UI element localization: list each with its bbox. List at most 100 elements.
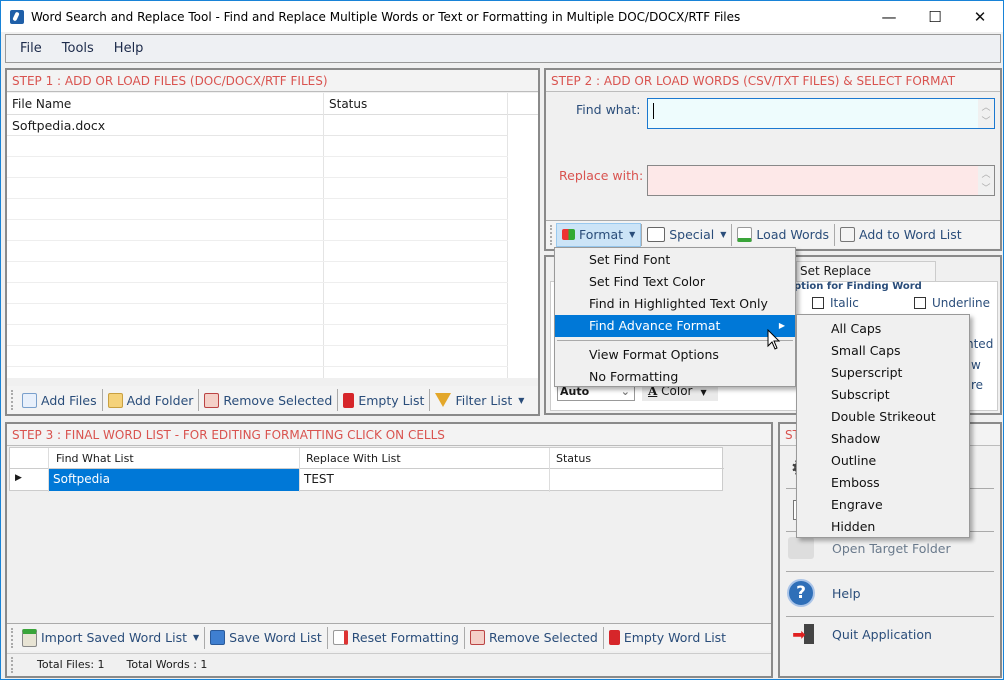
menu-item-find-advance-format[interactable]: Find Advance Format ▶ <box>555 315 795 337</box>
file-row[interactable]: Softpedia.docx <box>7 115 508 136</box>
submenu-item-emboss[interactable]: Emboss <box>797 472 969 494</box>
col-replace-with-list[interactable]: Replace With List <box>306 452 401 465</box>
step3-title: STEP 3 : FINAL WORD LIST - FOR EDITING F… <box>7 424 771 446</box>
remove-grid-icon <box>204 392 220 408</box>
submenu-item-hidden[interactable]: Hidden <box>797 516 969 538</box>
add-files-button[interactable]: Add Files <box>17 388 102 412</box>
remove-selected-button[interactable]: Remove Selected <box>199 388 337 412</box>
reset-formatting-button[interactable]: Reset Formatting <box>328 626 464 650</box>
add-list-icon <box>840 227 856 242</box>
format-menu: Set Find Font Set Find Text Color Find i… <box>554 247 796 387</box>
close-button[interactable]: ✕ <box>957 1 1003 32</box>
word-row[interactable]: ▶ Softpedia TEST <box>10 469 724 491</box>
empty-row <box>7 325 508 346</box>
empty-row <box>7 220 508 241</box>
step1-title: STEP 1 : ADD OR LOAD FILES (DOC/DOCX/RTF… <box>7 70 538 92</box>
special-button[interactable]: Special ▼ <box>642 223 731 247</box>
replace-with-label: Replace with: <box>559 168 644 183</box>
italic-label: Italic <box>830 296 859 310</box>
empty-row <box>7 304 508 325</box>
row-pointer-icon: ▶ <box>15 473 22 483</box>
import-icon <box>22 628 37 647</box>
empty-row <box>7 199 508 220</box>
filter-list-button[interactable]: Filter List ▼ <box>430 388 529 412</box>
menu-tools[interactable]: Tools <box>62 41 94 56</box>
format-icon <box>562 229 575 240</box>
text-cursor <box>653 103 654 119</box>
empty-list-button[interactable]: Empty List <box>338 388 429 412</box>
load-words-button[interactable]: Load Words <box>732 223 834 247</box>
replace-with-input[interactable]: ︿ ﹀ <box>647 165 995 196</box>
help-button[interactable]: ? Help <box>786 573 994 613</box>
menu-item-no-formatting[interactable]: No Formatting <box>555 366 795 388</box>
empty-row <box>7 346 508 367</box>
format-button[interactable]: Format ▼ <box>556 222 642 247</box>
col-status[interactable]: Status <box>556 452 591 465</box>
submenu-item-small-caps[interactable]: Small Caps <box>797 340 969 362</box>
chevron-down-icon: ▼ <box>518 395 525 405</box>
remove-selected-words-button[interactable]: Remove Selected <box>465 626 603 650</box>
chevron-down-icon: ▼ <box>720 230 727 239</box>
menu-item-set-find-text-color[interactable]: Set Find Text Color <box>555 271 795 293</box>
empty-row <box>7 157 508 178</box>
find-what-input[interactable]: ︿ ﹀ <box>647 98 995 129</box>
step1-toolbar: Add Files Add Folder Remove Selected Emp… <box>7 386 538 414</box>
exit-door-icon: ➡ <box>786 619 816 649</box>
save-word-list-button[interactable]: Save Word List <box>205 626 327 650</box>
title-bar: Word Search and Replace Tool - Find and … <box>1 1 1003 32</box>
submenu-item-superscript[interactable]: Superscript <box>797 362 969 384</box>
submenu-item-engrave[interactable]: Engrave <box>797 494 969 516</box>
trash-icon <box>608 630 620 645</box>
empty-row <box>7 241 508 262</box>
col-status[interactable]: Status <box>329 97 367 111</box>
step3-toolbar: Import Saved Word List ▼ Save Word List R… <box>7 623 771 651</box>
menu-file[interactable]: File <box>20 41 42 56</box>
submenu-item-double-strikeout[interactable]: Double Strikeout <box>797 406 969 428</box>
underline-checkbox[interactable] <box>914 297 926 309</box>
tab-set-replace-formatting[interactable]: Set Replace Formatting <box>796 261 936 297</box>
add-folder-button[interactable]: Add Folder <box>103 388 199 412</box>
empty-row <box>7 178 508 199</box>
special-icon <box>647 227 666 242</box>
submenu-item-shadow[interactable]: Shadow <box>797 428 969 450</box>
chevron-down-icon: ▼ <box>193 633 200 642</box>
empty-word-list-button[interactable]: Empty Word List <box>604 626 731 650</box>
menu-help[interactable]: Help <box>114 41 144 56</box>
menu-item-view-format-options[interactable]: View Format Options <box>555 344 795 366</box>
file-name-cell[interactable]: Softpedia.docx <box>12 118 105 133</box>
maximize-button[interactable]: ☐ <box>912 1 958 32</box>
menu-item-set-find-font[interactable]: Set Find Font <box>555 249 795 271</box>
import-saved-word-list-button[interactable]: Import Saved Word List ▼ <box>17 626 204 650</box>
find-scrollbar[interactable]: ︿ ﹀ <box>978 99 994 128</box>
option-partial: re <box>971 378 984 392</box>
col-file-name[interactable]: File Name <box>12 97 71 111</box>
step1-panel: STEP 1 : ADD OR LOAD FILES (DOC/DOCX/RTF… <box>5 68 540 416</box>
total-files: Total Files: 1 <box>37 658 105 671</box>
replace-cell[interactable]: TEST <box>304 469 334 490</box>
submenu-item-all-caps[interactable]: All Caps <box>797 318 969 340</box>
find-cell[interactable]: Softpedia <box>49 469 299 491</box>
col-find-what-list[interactable]: Find What List <box>56 452 134 465</box>
app-icon <box>10 9 24 24</box>
filter-icon <box>435 393 452 407</box>
replace-scrollbar[interactable]: ︿ ﹀ <box>978 166 994 195</box>
add-to-word-list-button[interactable]: Add to Word List <box>835 223 967 247</box>
chevron-down-icon: ▼ <box>700 388 707 397</box>
menu-item-find-in-highlighted[interactable]: Find in Highlighted Text Only <box>555 293 795 315</box>
chevron-down-icon: ▼ <box>629 230 636 239</box>
italic-checkbox[interactable] <box>812 297 824 309</box>
menu-bar: File Tools Help <box>5 34 1001 63</box>
submenu-item-outline[interactable]: Outline <box>797 450 969 472</box>
save-icon <box>210 630 226 645</box>
submenu-item-subscript[interactable]: Subscript <box>797 384 969 406</box>
empty-row <box>7 367 508 388</box>
empty-row <box>7 262 508 283</box>
advance-format-submenu: All Caps Small Caps Superscript Subscrip… <box>796 314 970 538</box>
underline-label: Underline <box>932 296 990 310</box>
quit-application-button[interactable]: ➡ Quit Application <box>786 614 994 654</box>
load-icon <box>737 227 753 242</box>
minimize-button[interactable]: — <box>866 1 912 32</box>
find-what-label: Find what: <box>576 102 641 117</box>
word-list-grid: Find What List Replace With List Status … <box>9 447 724 492</box>
empty-row <box>7 136 508 157</box>
